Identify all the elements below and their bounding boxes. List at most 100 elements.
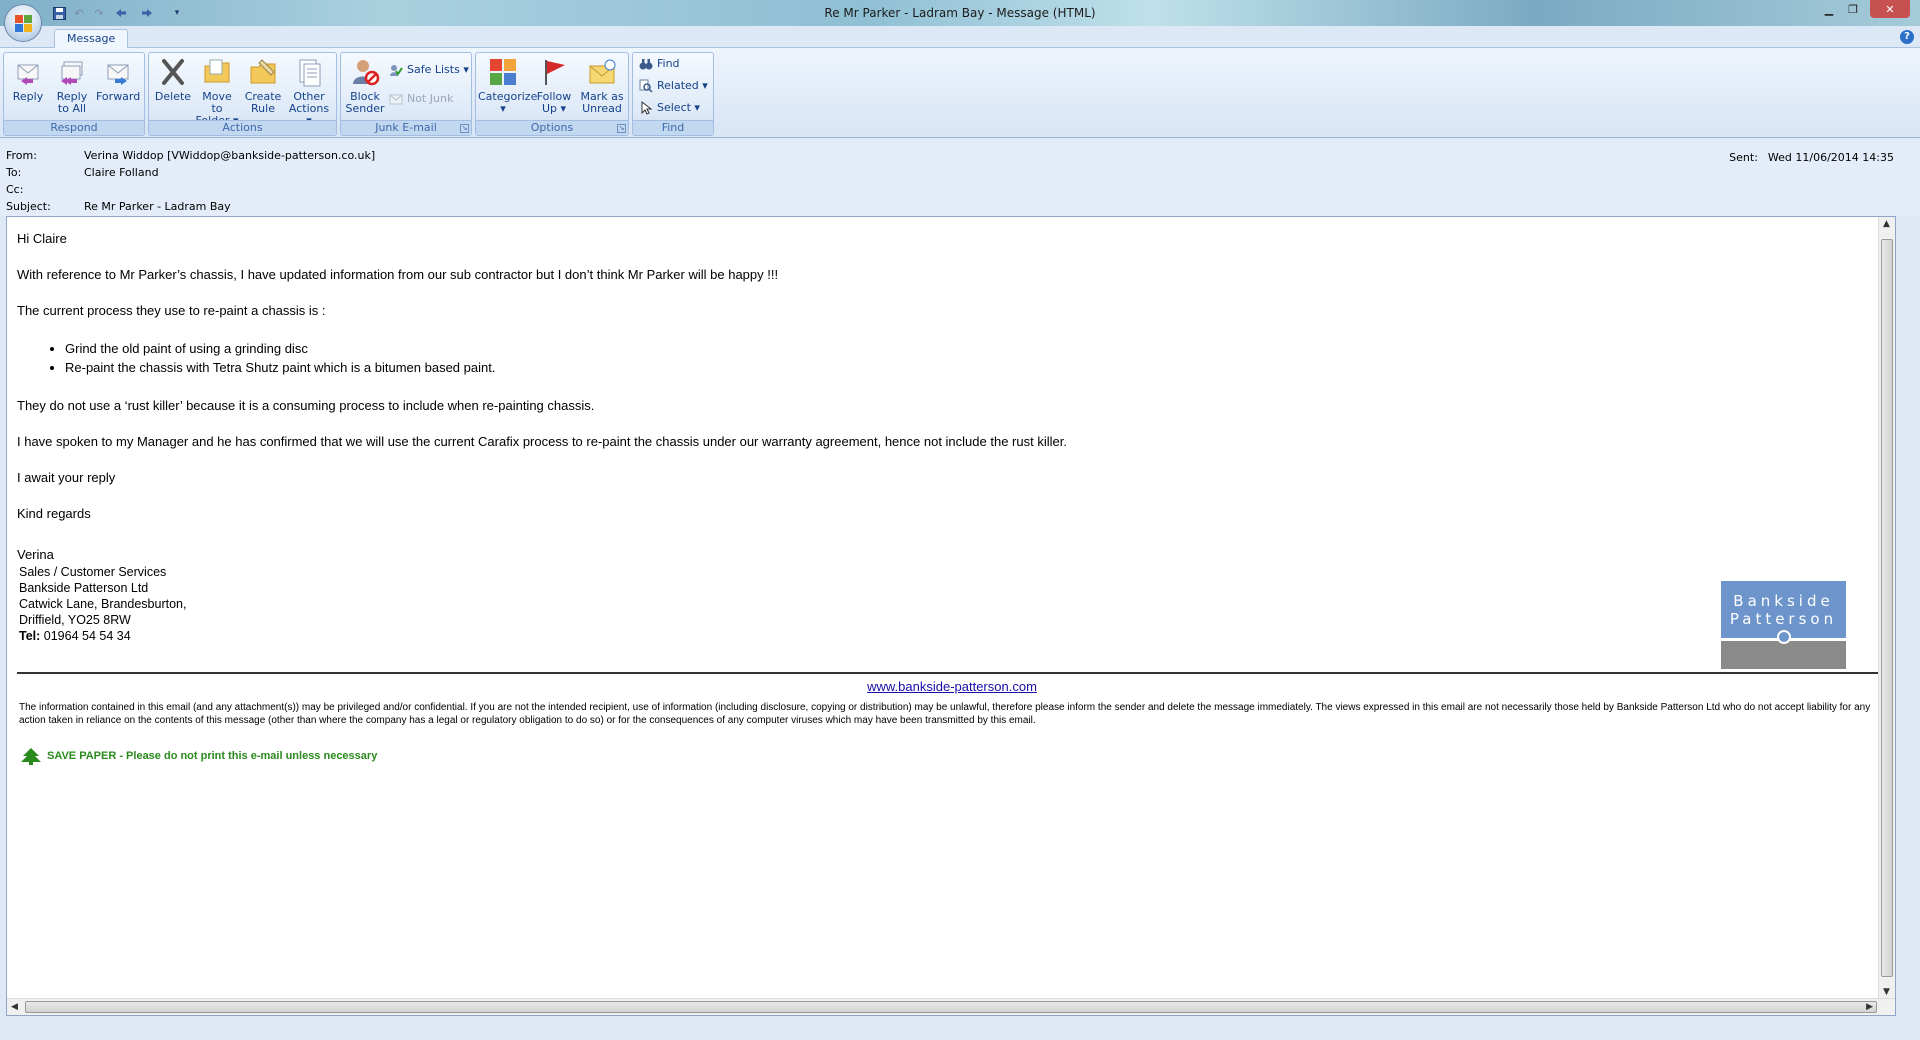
- logo-dot-icon: [1777, 630, 1791, 644]
- message-header: From: Verina Widdop [VWiddop@bankside-pat…: [0, 139, 1920, 216]
- save-icon[interactable]: [50, 4, 68, 22]
- move-to-folder-icon: [202, 57, 232, 87]
- signature-block: Sales / Customer Services Bankside Patte…: [17, 564, 1877, 644]
- categorize-button[interactable]: Categorize ▾: [478, 55, 538, 117]
- cc-label: Cc:: [6, 183, 24, 196]
- create-rule-button[interactable]: Create Rule: [241, 55, 285, 117]
- follow-up-label: Follow Up ▾: [536, 90, 572, 115]
- next-item-icon[interactable]: [138, 4, 156, 22]
- process-list: Grind the old paint of using a grinding …: [65, 339, 1877, 377]
- signature-phone: Tel: 01964 54 54 34: [17, 628, 1877, 644]
- subject-row: Subject: Re Mr Parker - Ladram Bay: [6, 200, 231, 213]
- paragraph-6: Kind regards: [17, 506, 91, 521]
- reply-all-label: Reply to All: [56, 90, 88, 115]
- signature-divider: [17, 672, 1885, 674]
- signature-name: Verina: [17, 547, 54, 562]
- find-label: Find: [657, 57, 680, 70]
- reply-all-button[interactable]: Reply to All: [50, 55, 94, 117]
- minimize-icon[interactable]: ▁: [1818, 0, 1840, 18]
- delete-button[interactable]: Delete: [151, 55, 195, 117]
- group-junk-email: Block Sender Safe Lists ▾ Not Junk Junk …: [340, 52, 472, 136]
- office-button[interactable]: [4, 4, 42, 42]
- logo-text-line-2: Patterson: [1729, 610, 1838, 628]
- safe-lists-button[interactable]: Safe Lists ▾: [389, 61, 469, 79]
- group-label-find: Find: [633, 120, 713, 135]
- subject-value: Re Mr Parker - Ladram Bay: [84, 200, 231, 213]
- block-sender-button[interactable]: Block Sender: [343, 55, 387, 117]
- find-button[interactable]: Find: [639, 55, 680, 73]
- group-label-junk-email: Junk E-mail: [341, 120, 471, 135]
- from-value[interactable]: Verina Widdop [VWiddop@bankside-patterso…: [84, 149, 375, 162]
- not-junk-button[interactable]: Not Junk: [389, 90, 453, 108]
- forward-button[interactable]: Forward: [96, 55, 140, 117]
- delete-label: Delete: [154, 90, 192, 103]
- ribbon-tab-strip: Message ?: [0, 26, 1920, 49]
- website-link[interactable]: www.bankside-patterson.com: [7, 679, 1895, 694]
- group-actions: Delete Move to Folder ▾ Create Rule Othe…: [148, 52, 337, 136]
- logo-panel: Bankside Patterson: [1721, 581, 1846, 644]
- related-button[interactable]: Related ▾: [639, 77, 708, 95]
- list-item: Grind the old paint of using a grinding …: [65, 339, 1877, 358]
- to-row: To: Claire Folland: [6, 166, 159, 179]
- ribbon: Reply Reply to All Forward Respond Delet…: [0, 48, 1920, 138]
- forward-label: Forward: [96, 90, 141, 103]
- reply-icon: [13, 57, 43, 87]
- options-launcher-icon[interactable]: ↘: [617, 124, 626, 133]
- close-icon[interactable]: ✕: [1870, 0, 1910, 18]
- horizontal-scrollbar[interactable]: ◀ ▶: [7, 998, 1895, 1015]
- tab-message[interactable]: Message: [54, 29, 129, 49]
- subject-label: Subject:: [6, 200, 51, 213]
- save-paper-text: SAVE PAPER - Please do not print this e-…: [47, 750, 378, 762]
- scroll-down-icon[interactable]: ▼: [1883, 987, 1890, 997]
- reply-button[interactable]: Reply: [6, 55, 50, 117]
- company-logo: Bankside Patterson: [1721, 581, 1846, 669]
- signature-line: Driffield, YO25 8RW: [19, 613, 131, 627]
- signature-line: Sales / Customer Services: [19, 565, 167, 579]
- related-icon: [639, 79, 653, 93]
- block-sender-label: Block Sender: [345, 90, 385, 115]
- previous-item-icon[interactable]: [112, 4, 130, 22]
- block-sender-icon: [350, 57, 380, 87]
- other-actions-button[interactable]: Other Actions ▾: [287, 55, 331, 127]
- customize-toolbar-icon[interactable]: ▾: [168, 4, 186, 22]
- maximize-icon[interactable]: ❐: [1842, 0, 1864, 18]
- select-button[interactable]: Select ▾: [639, 99, 700, 117]
- tel-label: Tel:: [19, 629, 41, 643]
- paragraph-3: They do not use a ‘rust killer’ because …: [17, 398, 595, 413]
- window-title: Re Mr Parker - Ladram Bay - Message (HTM…: [824, 6, 1096, 20]
- categorize-label: Categorize ▾: [478, 90, 538, 115]
- title-bar: Re Mr Parker - Ladram Bay - Message (HTM…: [0, 0, 1920, 26]
- junk-email-launcher-icon[interactable]: ↘: [460, 124, 469, 133]
- sent-row: Sent: Wed 11/06/2014 14:35: [1729, 151, 1894, 164]
- follow-up-button[interactable]: Follow Up ▾: [532, 55, 576, 117]
- move-to-folder-button[interactable]: Move to Folder ▾: [195, 55, 239, 127]
- group-respond: Reply Reply to All Forward Respond: [3, 52, 145, 136]
- save-paper-tree-icon: [21, 748, 41, 765]
- vertical-scrollbar[interactable]: ▲ ▼: [1878, 217, 1895, 999]
- mark-as-unread-label: Mark as Unread: [580, 90, 624, 115]
- not-junk-icon: [389, 92, 403, 106]
- list-item: Re-paint the chassis with Tetra Shutz pa…: [65, 358, 1877, 377]
- help-icon[interactable]: ?: [1900, 30, 1914, 44]
- to-value[interactable]: Claire Folland: [84, 166, 159, 179]
- horizontal-scroll-thumb[interactable]: [25, 1001, 1877, 1013]
- logo-text-line-1: Bankside: [1733, 592, 1834, 610]
- group-label-options: Options: [476, 120, 628, 135]
- mark-as-unread-button[interactable]: Mark as Unread: [578, 55, 626, 117]
- message-content: Hi Claire With reference to Mr Parker’s …: [17, 231, 1877, 644]
- vertical-scroll-thumb[interactable]: [1881, 239, 1893, 977]
- signature-line: Bankside Patterson Ltd: [19, 581, 149, 595]
- to-label: To:: [6, 166, 22, 179]
- message-body[interactable]: Hi Claire With reference to Mr Parker’s …: [6, 216, 1896, 1016]
- sent-label: Sent:: [1729, 151, 1758, 164]
- reply-all-icon: [57, 57, 87, 87]
- mark-as-unread-icon: [587, 57, 617, 87]
- scroll-right-icon[interactable]: ▶: [1866, 1002, 1873, 1012]
- scroll-left-icon[interactable]: ◀: [11, 1002, 18, 1012]
- scroll-up-icon[interactable]: ▲: [1883, 219, 1890, 229]
- save-paper-notice: SAVE PAPER - Please do not print this e-…: [19, 747, 377, 765]
- undo-icon[interactable]: ↶: [70, 4, 88, 22]
- redo-icon[interactable]: ↷: [90, 4, 108, 22]
- paragraph-4: I have spoken to my Manager and he has c…: [17, 434, 1067, 449]
- group-find: Find Related ▾ Select ▾ Find: [632, 52, 714, 136]
